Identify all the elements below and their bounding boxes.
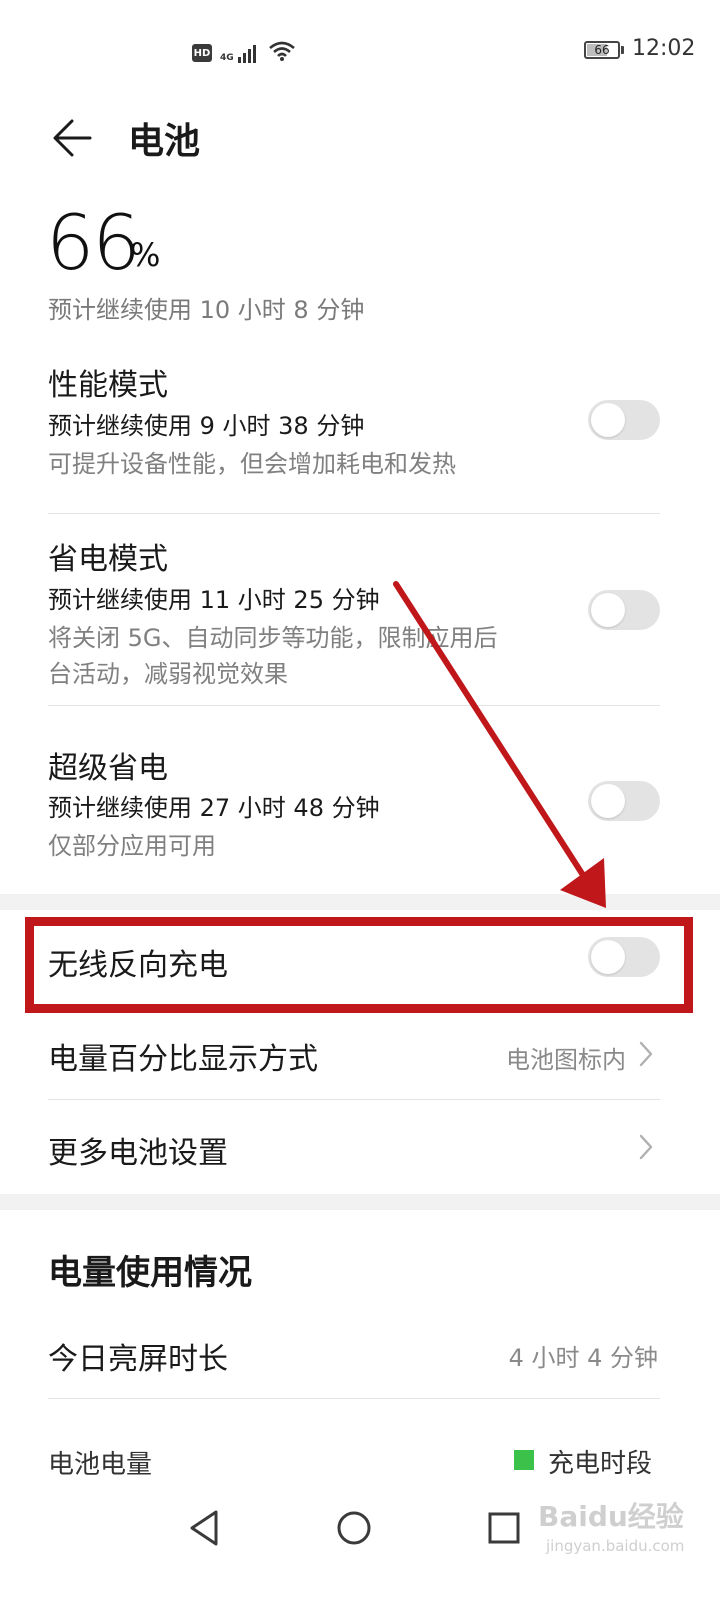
- nav-back-button[interactable]: [176, 1500, 232, 1556]
- nav-recents-icon: [488, 1512, 520, 1544]
- nav-recents-button[interactable]: [476, 1500, 532, 1556]
- nav-home-icon: [337, 1511, 371, 1545]
- watermark-url: jingyan.baidu.com: [546, 1537, 685, 1555]
- nav-home-button[interactable]: [326, 1500, 382, 1556]
- watermark-logo: Baidu经验: [538, 1500, 684, 1533]
- nav-back-icon: [190, 1510, 218, 1546]
- annotation-arrow: [393, 581, 606, 908]
